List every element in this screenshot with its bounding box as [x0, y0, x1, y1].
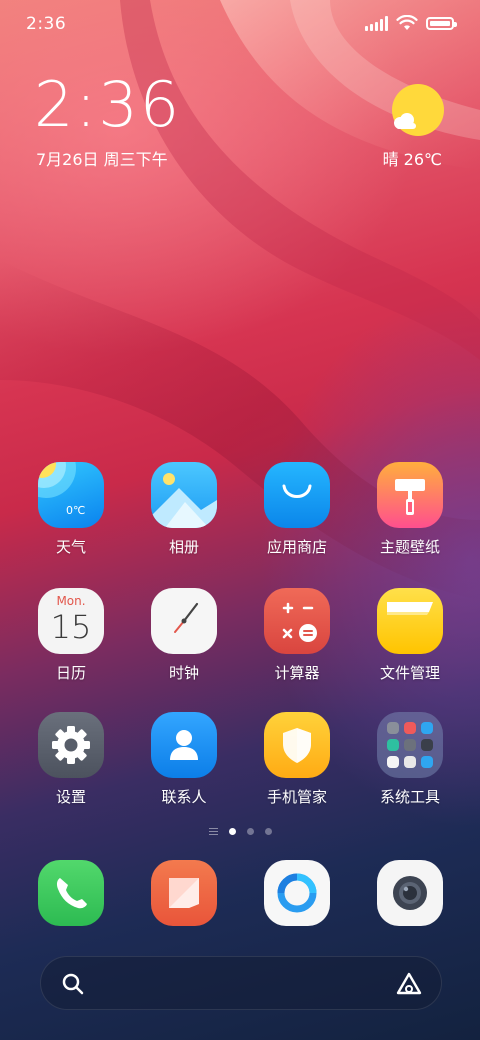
app-label: 时钟 — [168, 664, 199, 682]
status-bar: 2:36 — [0, 0, 480, 50]
app-app-store[interactable]: 应用商店 — [247, 462, 347, 557]
app-label: 文件管理 — [379, 664, 440, 682]
folder-icon — [377, 712, 443, 778]
browser-icon — [264, 860, 330, 926]
weather-widget-text[interactable]: 晴 26℃ — [383, 146, 442, 170]
assistant-icon[interactable] — [395, 971, 423, 997]
clock-widget-date[interactable]: 7月26日 周三下午 — [36, 146, 168, 170]
search-icon[interactable] — [61, 972, 85, 996]
app-label: 应用商店 — [266, 538, 327, 556]
file-manager-icon — [377, 588, 443, 654]
cloud-icon — [394, 113, 416, 129]
page-dot-active[interactable] — [228, 828, 236, 835]
page-indicator[interactable] — [0, 828, 480, 835]
app-settings[interactable]: 设置 — [21, 712, 121, 807]
settings-icon — [38, 712, 104, 778]
calendar-day: 15 — [50, 608, 92, 646]
calculator-icon — [264, 588, 330, 654]
security-icon — [264, 712, 330, 778]
app-themes[interactable]: 主题壁纸 — [360, 462, 460, 557]
app-store-icon — [264, 462, 330, 528]
app-label: 相册 — [168, 538, 199, 556]
weather-icon: 0℃ — [38, 462, 104, 528]
app-calendar[interactable]: Mon. 15 日历 — [21, 588, 121, 683]
app-security[interactable]: 手机管家 — [247, 712, 347, 807]
app-label: 日历 — [55, 664, 86, 682]
app-system-tools[interactable]: 系统工具 — [360, 712, 460, 807]
clock-widget-time[interactable]: 2:36 — [34, 74, 181, 136]
app-label: 联系人 — [161, 788, 207, 806]
signal-icon — [365, 15, 388, 31]
phone-icon — [38, 860, 104, 926]
camera-icon — [377, 860, 443, 926]
themes-icon — [377, 462, 443, 528]
dock-phone[interactable] — [21, 860, 121, 926]
search-bar[interactable] — [40, 956, 442, 1010]
messages-icon — [151, 860, 217, 926]
app-contacts[interactable]: 联系人 — [134, 712, 234, 807]
menu-indicator-icon[interactable] — [208, 828, 218, 835]
status-time: 2:36 — [26, 14, 67, 34]
contacts-icon — [151, 712, 217, 778]
app-label: 手机管家 — [266, 788, 327, 806]
page-dot[interactable] — [264, 828, 272, 835]
app-file-manager[interactable]: 文件管理 — [360, 588, 460, 683]
app-label: 系统工具 — [379, 788, 440, 806]
app-label: 设置 — [55, 788, 86, 806]
app-calculator[interactable]: 计算器 — [247, 588, 347, 683]
battery-icon — [426, 16, 457, 30]
calendar-icon: Mon. 15 — [38, 588, 104, 654]
wifi-icon — [396, 15, 418, 30]
app-clock[interactable]: 时钟 — [134, 588, 234, 683]
dock-browser[interactable] — [247, 860, 347, 926]
dock-camera[interactable] — [360, 860, 460, 926]
gallery-icon — [151, 462, 217, 528]
app-weather[interactable]: 0℃ 天气 — [21, 462, 121, 557]
weather-icon-temp: 0℃ — [66, 504, 86, 517]
app-label: 天气 — [55, 538, 86, 556]
clock-icon — [151, 588, 217, 654]
app-gallery[interactable]: 相册 — [134, 462, 234, 557]
page-dot[interactable] — [246, 828, 254, 835]
dock-messages[interactable] — [134, 860, 234, 926]
app-label: 计算器 — [274, 664, 320, 682]
app-label: 主题壁纸 — [379, 538, 440, 556]
calendar-month: Mon. — [56, 594, 86, 608]
